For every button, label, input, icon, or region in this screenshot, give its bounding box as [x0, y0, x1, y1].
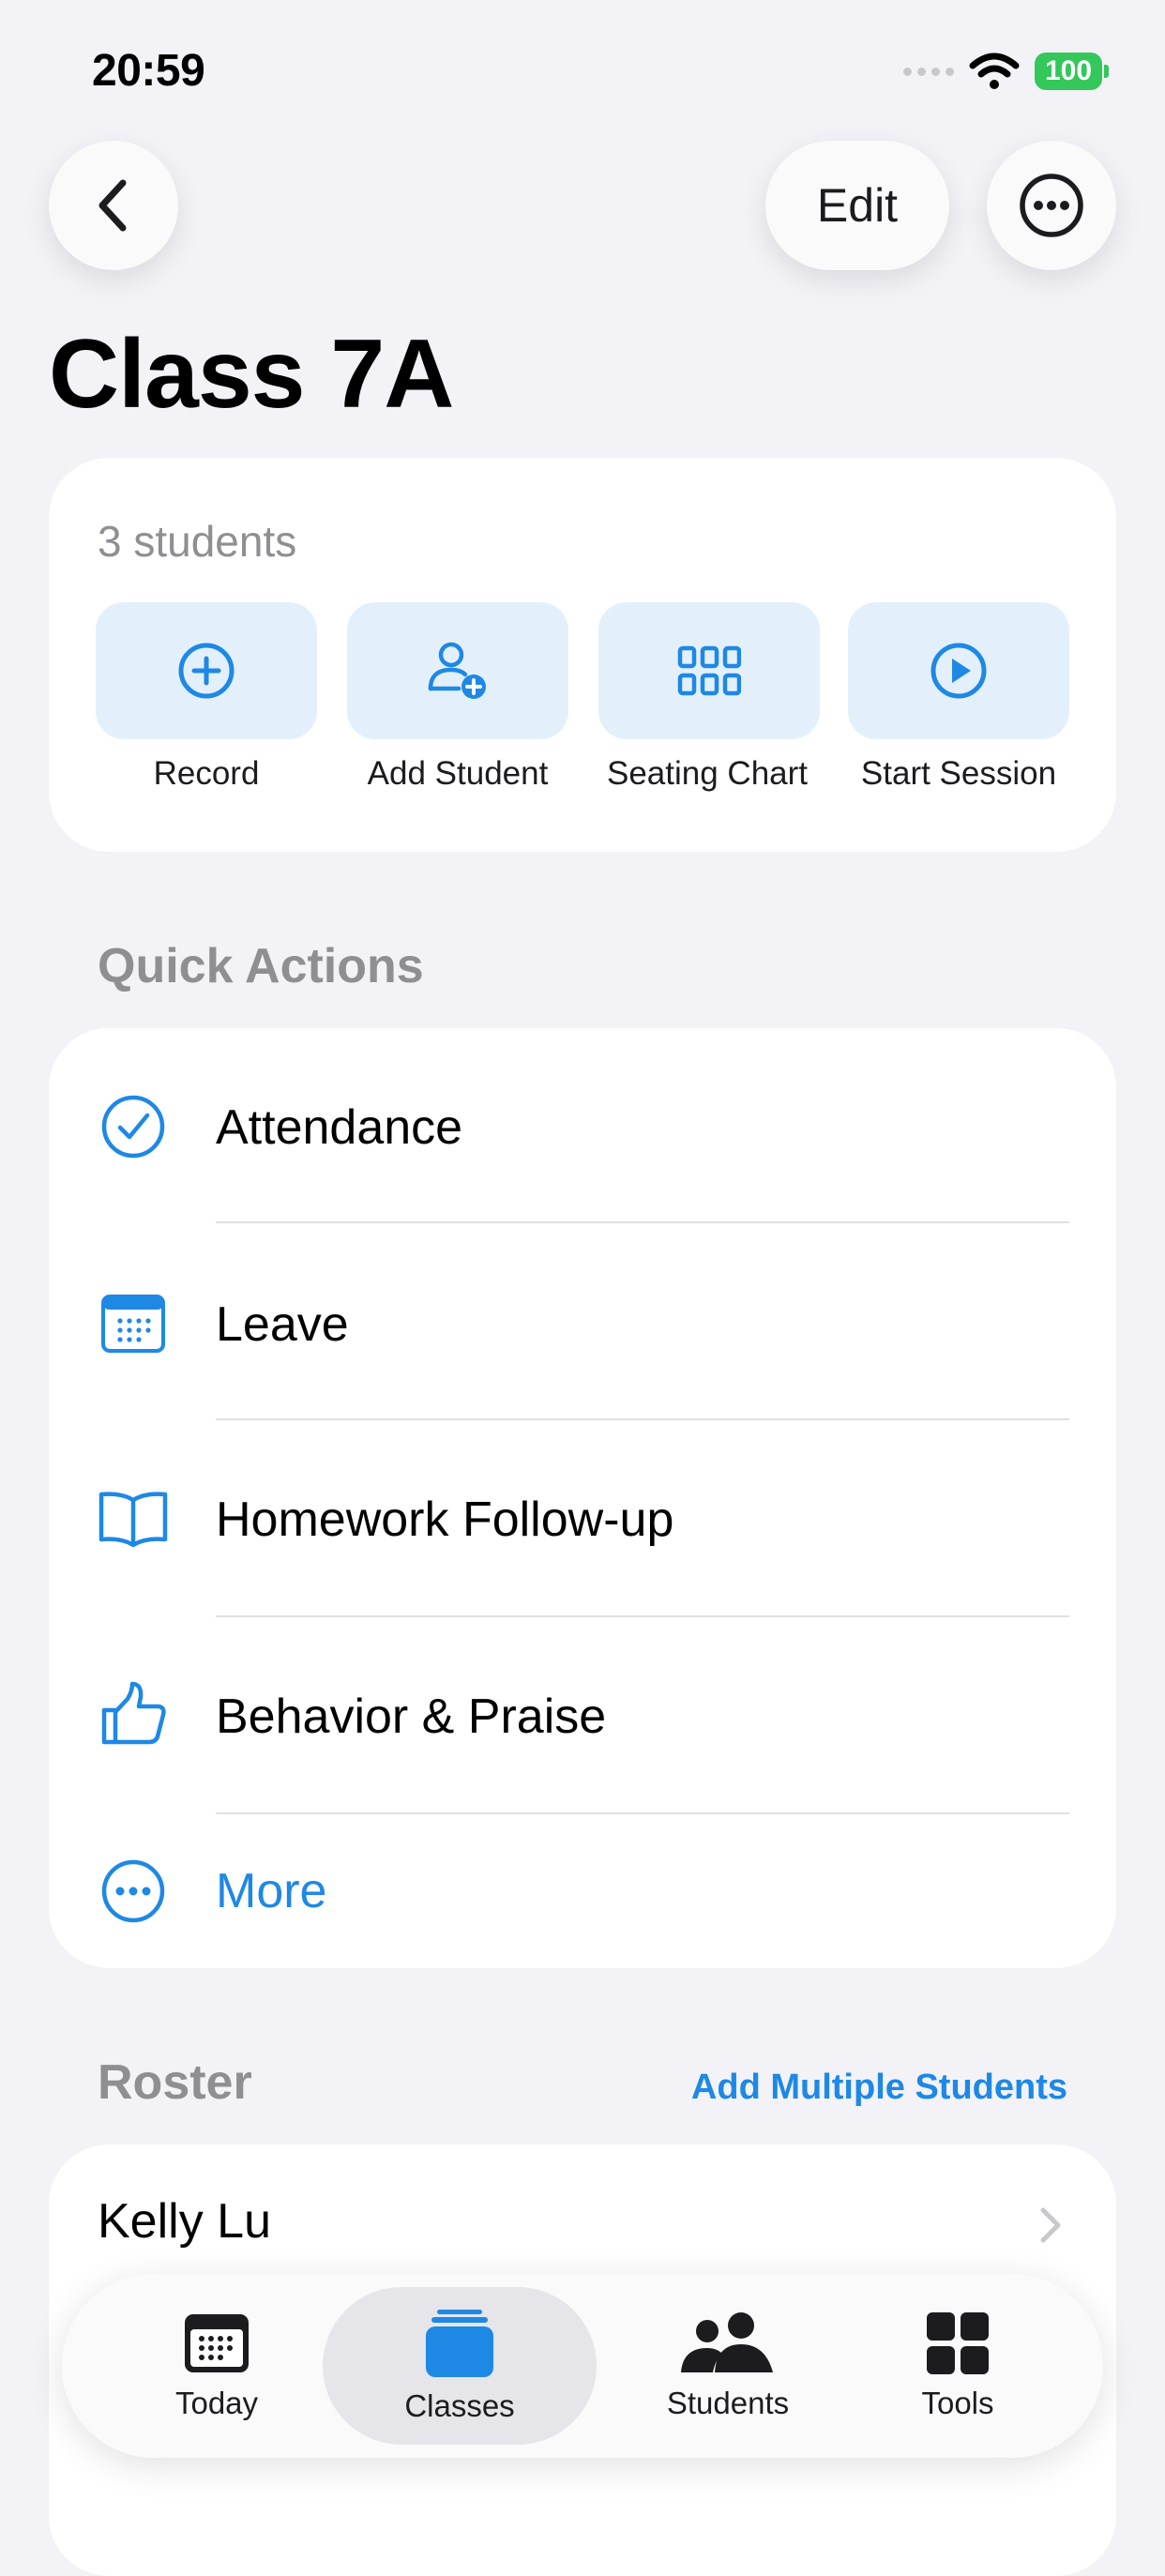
add-student-button[interactable] [347, 602, 568, 739]
record-button[interactable] [96, 602, 317, 739]
grid-icon [927, 2312, 989, 2374]
roster-header: Roster [98, 2055, 252, 2110]
start-session-label: Start Session [860, 755, 1057, 792]
attendance-row[interactable]: Attendance [49, 1028, 1116, 1225]
play-circle-icon [930, 643, 987, 699]
page-title: Class 7A [49, 320, 454, 429]
homework-follow-up-row[interactable]: Homework Follow-up [49, 1420, 1116, 1617]
back-button[interactable] [49, 141, 178, 270]
battery-icon: 100 [1035, 53, 1109, 90]
thumbs-up-icon [96, 1675, 171, 1750]
cellular-signal-icon [903, 67, 954, 76]
tab-classes-label: Classes [404, 2388, 515, 2423]
people-icon [681, 2312, 773, 2372]
tab-tools[interactable]: Tools [859, 2274, 1056, 2458]
record-label: Record [153, 755, 260, 792]
seating-chart-button[interactable] [598, 602, 820, 739]
tab-tools-label: Tools [921, 2386, 994, 2420]
book-icon [96, 1480, 171, 1555]
student-count: 3 students [98, 517, 297, 566]
start-session-button[interactable] [848, 602, 1069, 739]
seating-chart-label: Seating Chart [606, 755, 809, 792]
student-name: Kelly Lu [98, 2194, 271, 2249]
homework-follow-up-label: Homework Follow-up [216, 1493, 674, 1547]
checkmark-circle-icon [96, 1089, 171, 1164]
calendar-icon [185, 2314, 249, 2372]
status-indicators: 100 [903, 53, 1109, 90]
more-row[interactable]: More [49, 1814, 1116, 1968]
attendance-label: Attendance [216, 1100, 463, 1155]
more-options-button[interactable] [987, 141, 1116, 270]
behavior-praise-label: Behavior & Praise [216, 1690, 607, 1744]
plus-circle-icon [178, 643, 235, 699]
chevron-right-icon [1040, 2207, 1061, 2243]
grid-icon [677, 645, 741, 696]
status-time: 20:59 [92, 46, 205, 96]
tab-bar: Today Classes Students Tools [62, 2274, 1103, 2458]
chevron-left-icon [98, 179, 127, 232]
tab-today-label: Today [174, 2386, 259, 2420]
tab-students-label: Students [666, 2386, 790, 2420]
ellipsis-circle-icon [1020, 174, 1083, 237]
behavior-praise-row[interactable]: Behavior & Praise [49, 1617, 1116, 1814]
ellipsis-circle-icon [96, 1854, 171, 1929]
edit-button[interactable]: Edit [765, 141, 949, 270]
battery-level: 100 [1035, 53, 1102, 90]
more-label: More [216, 1864, 327, 1918]
tab-classes[interactable]: Classes [323, 2274, 597, 2458]
add-multiple-students-link[interactable]: Add Multiple Students [691, 2068, 1067, 2108]
stack-icon [426, 2310, 493, 2377]
quick-actions-header: Quick Actions [98, 939, 424, 993]
tab-students[interactable]: Students [606, 2274, 850, 2458]
tab-today[interactable]: Today [118, 2274, 315, 2458]
leave-label: Leave [216, 1297, 349, 1352]
person-add-icon [428, 642, 486, 699]
wifi-icon [969, 53, 1020, 89]
leave-row[interactable]: Leave [49, 1223, 1116, 1420]
calendar-icon [96, 1286, 171, 1361]
add-student-label: Add Student [367, 755, 549, 792]
